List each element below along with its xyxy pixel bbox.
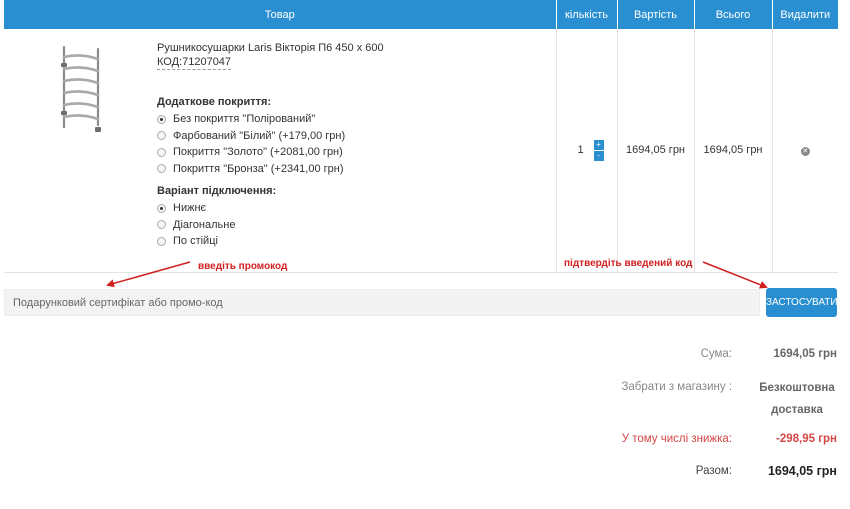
header-price: Вартість <box>616 0 694 29</box>
connection-options: Нижнє Діагональне По стійці <box>157 200 537 250</box>
pickup-value: Безкоштовна доставка <box>759 382 835 416</box>
sum-label: Сума: <box>700 348 732 360</box>
coating-option-label: Без покриття "Полірований" <box>173 113 316 126</box>
coating-options: Без покриття "Полірований" Фарбований "Б… <box>157 111 537 177</box>
connection-title: Варіант підключення: <box>157 185 277 197</box>
connection-option[interactable]: По стійці <box>157 233 537 250</box>
connection-option[interactable]: Діагональне <box>157 217 537 234</box>
header-total: Всього <box>693 0 772 29</box>
discount-value: -298,95 грн <box>776 433 837 445</box>
pickup-label: Забрати з магазину : <box>621 381 732 393</box>
total-cell: 1694,05 грн <box>694 29 773 273</box>
quantity-input[interactable] <box>569 140 592 161</box>
hint-enter-promo: введіть промокод <box>198 261 288 272</box>
header-quantity: кількість <box>555 0 617 29</box>
cart-table: Товар кількість Вартість Всього Видалити <box>4 0 838 273</box>
header-product: Товар <box>4 0 556 29</box>
sum-value: 1694,05 грн <box>773 348 837 360</box>
promo-code-input[interactable] <box>4 289 760 316</box>
remove-circle-icon[interactable]: ✕ <box>800 147 810 157</box>
coating-option-label: Покриття "Бронза" (+2341,00 грн) <box>173 162 344 175</box>
radio-icon[interactable] <box>157 147 166 157</box>
product-name[interactable]: Рушникосушарки Laris Вікторія П6 450 х 6… <box>157 41 537 55</box>
coating-option[interactable]: Покриття "Бронза" (+2341,00 грн) <box>157 161 537 178</box>
quantity-stepper: + - <box>569 139 604 161</box>
quantity-cell: + - <box>556 29 618 273</box>
coating-option-label: Фарбований "Білий" (+179,00 грн) <box>173 129 346 142</box>
quantity-plus-button[interactable]: + <box>593 139 604 150</box>
radio-selected-icon[interactable] <box>157 203 166 213</box>
quantity-minus-button[interactable]: - <box>593 150 604 161</box>
total-value: 1694,05 грн <box>767 464 837 478</box>
cart-header-row: Товар кількість Вартість Всього Видалити <box>4 0 838 29</box>
total-label: Разом: <box>695 465 732 477</box>
header-remove: Видалити <box>771 0 838 29</box>
radio-icon[interactable] <box>157 164 166 174</box>
radio-icon[interactable] <box>157 131 166 141</box>
price-cell: 1694,05 грн <box>617 29 695 273</box>
connection-option-label: По стійці <box>173 235 218 248</box>
cart-item-row: Рушникосушарки Laris Вікторія П6 450 х 6… <box>4 29 838 273</box>
product-info: Рушникосушарки Laris Вікторія П6 450 х 6… <box>157 41 537 250</box>
connection-option-label: Діагональне <box>173 218 236 231</box>
towel-rail-image[interactable] <box>56 43 106 133</box>
coating-title: Додаткове покриття: <box>157 96 272 108</box>
remove-cell: ✕ <box>772 29 838 273</box>
hint-confirm-code: підтвердіть введений код <box>564 258 693 269</box>
quantity-buttons: + - <box>593 139 604 161</box>
discount-label: У тому числі знижка: <box>621 433 732 445</box>
radio-selected-icon[interactable] <box>157 114 166 124</box>
product-cell: Рушникосушарки Laris Вікторія П6 450 х 6… <box>4 29 557 273</box>
radio-icon[interactable] <box>157 236 166 246</box>
coating-option[interactable]: Без покриття "Полірований" <box>157 111 537 128</box>
connection-option-label: Нижнє <box>173 202 207 215</box>
product-code: КОД:71207047 <box>157 56 232 70</box>
coating-option-label: Покриття "Золото" (+2081,00 грн) <box>173 146 343 159</box>
connection-option[interactable]: Нижнє <box>157 200 537 217</box>
coating-option[interactable]: Фарбований "Білий" (+179,00 грн) <box>157 128 537 145</box>
coating-option[interactable]: Покриття "Золото" (+2081,00 грн) <box>157 144 537 161</box>
radio-icon[interactable] <box>157 220 166 230</box>
apply-promo-button[interactable]: ЗАСТОСУВАТИ <box>766 288 838 317</box>
